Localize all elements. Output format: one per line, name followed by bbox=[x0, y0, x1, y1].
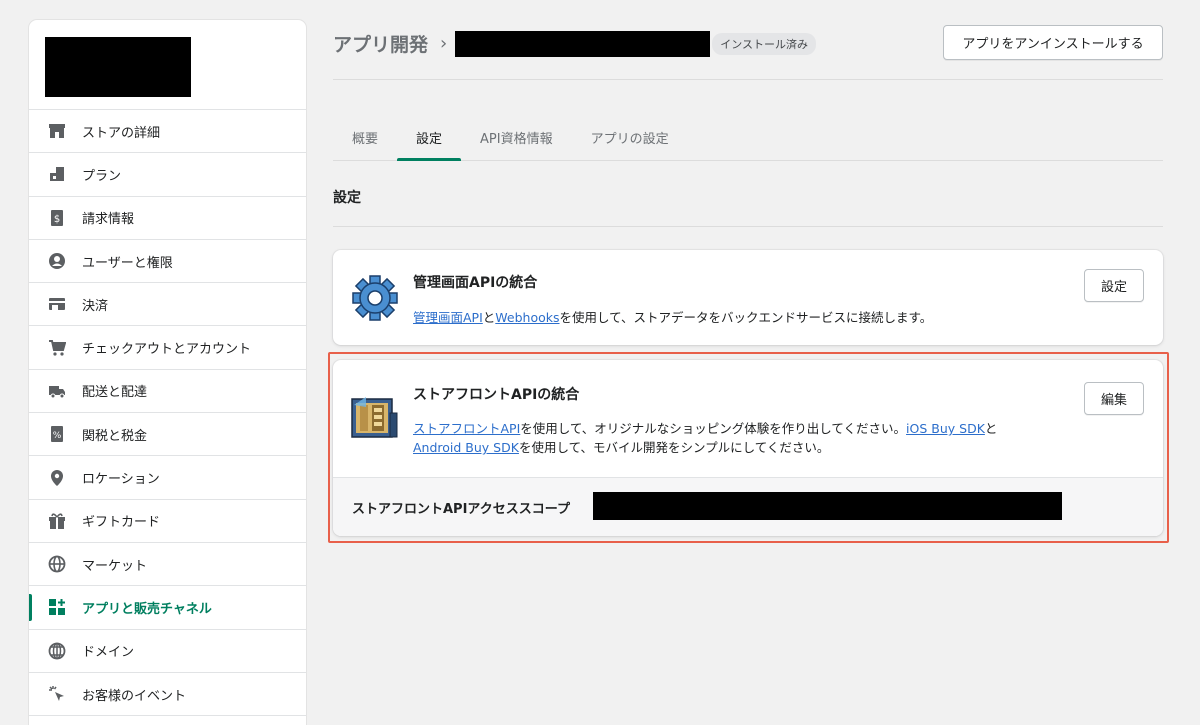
sidebar-item-users[interactable]: ユーザーと権限 bbox=[29, 240, 306, 284]
breadcrumb-root-link[interactable]: アプリ開発 bbox=[333, 30, 428, 57]
sidebar-item-label: チェックアウトとアカウント bbox=[82, 342, 252, 358]
webhooks-link[interactable]: Webhooks bbox=[495, 310, 559, 325]
description-text: を使用して、モバイル開発をシンプルにしてください。 bbox=[518, 440, 830, 455]
truck-icon bbox=[47, 381, 67, 401]
configure-button[interactable]: 設定 bbox=[1084, 269, 1144, 302]
breadcrumb: アプリ開発 › インストール済み bbox=[333, 30, 816, 57]
sidebar-item-label: ギフトカード bbox=[82, 515, 161, 531]
sidebar-item-label: プラン bbox=[82, 168, 122, 184]
sidebar-item-label: ロケーション bbox=[82, 472, 160, 488]
storefront-api-link[interactable]: ストアフロントAPI bbox=[413, 421, 520, 436]
gift-icon bbox=[47, 511, 67, 531]
payments-icon bbox=[47, 294, 67, 314]
chevron-right-icon: › bbox=[440, 33, 448, 54]
sidebar-item-gift-cards[interactable]: ギフトカード bbox=[29, 500, 306, 543]
status-badge: インストール済み bbox=[712, 32, 816, 55]
store-logo-redacted bbox=[45, 37, 191, 97]
store-icon bbox=[47, 121, 67, 141]
admin-api-link[interactable]: 管理画面API bbox=[413, 310, 483, 325]
section-title: 設定 bbox=[333, 190, 361, 206]
cart-icon bbox=[47, 338, 67, 358]
sidebar-item-label: アプリと販売チャネル bbox=[82, 601, 212, 617]
header-divider bbox=[333, 79, 1163, 80]
plan-icon bbox=[47, 164, 67, 184]
cursor-click-icon bbox=[47, 684, 67, 704]
card-description: ストアフロントAPIを使用して、オリジナルなショッピング体験を作り出してください… bbox=[413, 419, 1053, 457]
edit-button[interactable]: 編集 bbox=[1084, 382, 1144, 415]
sidebar-item-label: マーケット bbox=[82, 558, 148, 574]
sidebar-item-label: ユーザーと権限 bbox=[82, 255, 173, 271]
user-icon bbox=[47, 251, 67, 271]
location-pin-icon bbox=[47, 468, 67, 488]
sidebar-nav: ストアの詳細 プラン $ 請求情報 ユーザーと権限 決済 チェックアウトとアカウ… bbox=[29, 110, 306, 717]
sidebar-item-label: 請求情報 bbox=[82, 212, 135, 228]
sidebar-item-label: ストアの詳細 bbox=[82, 125, 161, 141]
card-title: 管理画面APIの統合 bbox=[413, 275, 538, 291]
tab-bar: 概要 設定 API資格情報 アプリの設定 bbox=[333, 112, 1163, 161]
admin-api-card: 管理画面APIの統合 管理画面APIとWebhooksを使用して、ストアデータを… bbox=[333, 250, 1163, 345]
sidebar-item-billing[interactable]: $ 請求情報 bbox=[29, 197, 306, 240]
storefront-icon bbox=[350, 393, 400, 443]
access-scope-footer: ストアフロントAPIアクセススコープ bbox=[333, 477, 1163, 536]
sidebar-item-apps[interactable]: アプリと販売チャネル bbox=[29, 586, 306, 630]
storefront-api-card: ストアフロントAPIの統合 ストアフロントAPIを使用して、オリジナルなショッピ… bbox=[333, 360, 1163, 536]
description-text: を使用して、ストアデータをバックエンドサービスに接続します。 bbox=[559, 310, 933, 325]
sidebar-item-customer-events[interactable]: お客様のイベント bbox=[29, 673, 306, 717]
settings-sidebar: ストアの詳細 プラン $ 請求情報 ユーザーと権限 決済 チェックアウトとアカウ… bbox=[29, 20, 306, 725]
sidebar-item-taxes[interactable]: % 関税と税金 bbox=[29, 413, 306, 457]
sidebar-item-markets[interactable]: マーケット bbox=[29, 543, 306, 587]
sidebar-item-payments[interactable]: 決済 bbox=[29, 283, 306, 327]
app-name-redacted bbox=[455, 30, 711, 57]
sidebar-item-store-details[interactable]: ストアの詳細 bbox=[29, 110, 306, 154]
billing-icon: $ bbox=[47, 208, 67, 228]
sidebar-item-domains[interactable]: ドメイン bbox=[29, 630, 306, 673]
tab-app-settings[interactable]: アプリの設定 bbox=[572, 112, 688, 160]
sidebar-item-label: 決済 bbox=[82, 298, 109, 314]
sidebar-item-checkout[interactable]: チェックアウトとアカウント bbox=[29, 326, 306, 370]
gear-icon bbox=[350, 273, 400, 323]
tab-api-credentials[interactable]: API資格情報 bbox=[461, 112, 572, 160]
svg-text:$: $ bbox=[54, 214, 60, 225]
description-text: を使用して、オリジナルなショッピング体験を作り出してください。 bbox=[520, 421, 907, 436]
card-description: 管理画面APIとWebhooksを使用して、ストアデータをバックエンドサービスに… bbox=[413, 308, 1053, 327]
tab-configuration[interactable]: 設定 bbox=[397, 112, 462, 161]
ios-buy-sdk-link[interactable]: iOS Buy SDK bbox=[906, 421, 985, 436]
android-buy-sdk-link[interactable]: Android Buy SDK bbox=[413, 440, 519, 455]
description-text: と bbox=[482, 310, 496, 325]
sidebar-item-label: 配送と配達 bbox=[82, 385, 148, 401]
sidebar-item-label: ドメイン bbox=[82, 645, 135, 661]
sidebar-item-locations[interactable]: ロケーション bbox=[29, 456, 306, 500]
section-divider bbox=[333, 226, 1163, 227]
apps-icon bbox=[47, 597, 67, 617]
sidebar-item-label: お客様のイベント bbox=[82, 688, 187, 704]
svg-text:%: % bbox=[53, 431, 62, 441]
sidebar-item-label: 関税と税金 bbox=[82, 428, 148, 444]
tax-icon: % bbox=[47, 424, 67, 444]
sidebar-item-shipping[interactable]: 配送と配達 bbox=[29, 370, 306, 414]
globe-icon bbox=[47, 554, 67, 574]
uninstall-app-button[interactable]: アプリをアンインストールする bbox=[943, 25, 1163, 60]
description-text: と bbox=[984, 421, 998, 436]
tab-overview[interactable]: 概要 bbox=[333, 112, 397, 160]
card-title: ストアフロントAPIの統合 bbox=[413, 387, 580, 403]
domain-globe-icon bbox=[47, 641, 67, 661]
sidebar-item-plan[interactable]: プラン bbox=[29, 153, 306, 197]
access-scope-redacted bbox=[593, 492, 1062, 520]
access-scope-label: ストアフロントAPIアクセススコープ bbox=[352, 502, 570, 517]
